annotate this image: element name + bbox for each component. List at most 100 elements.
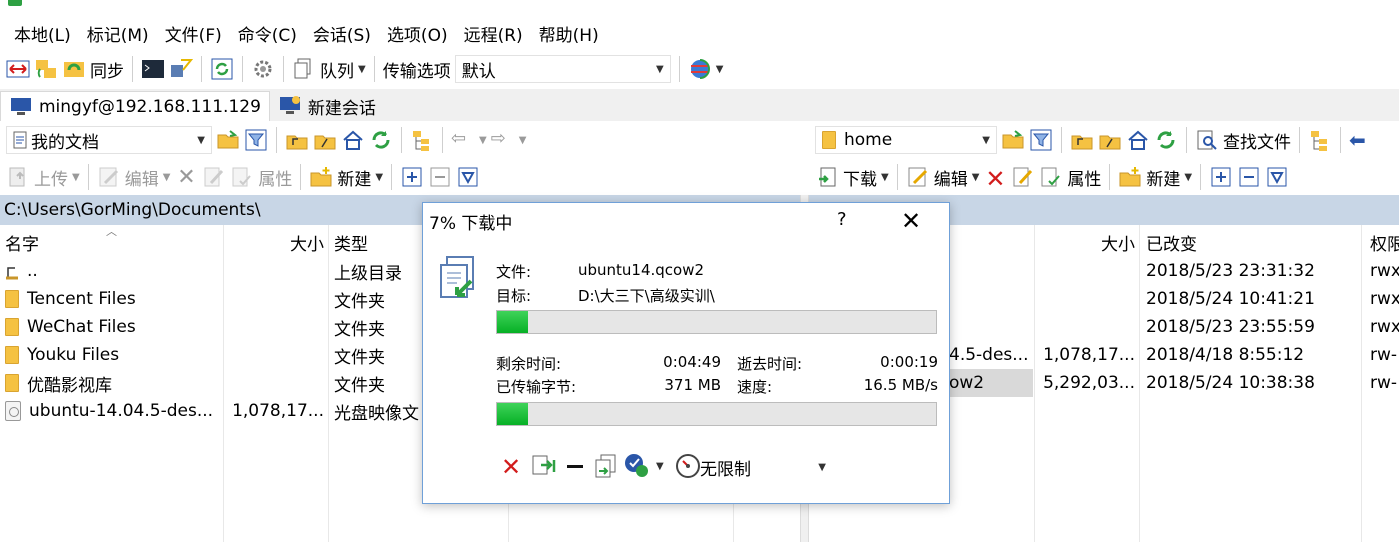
move-to-queue-icon[interactable] bbox=[593, 453, 619, 484]
new-folder-icon[interactable] bbox=[1118, 165, 1142, 189]
unselect-all-icon[interactable] bbox=[1237, 165, 1261, 189]
queue-icon[interactable] bbox=[292, 57, 316, 81]
minimize-to-background-icon[interactable] bbox=[567, 465, 583, 468]
download-button[interactable]: 下载 bbox=[843, 165, 877, 190]
dialog-title-bar[interactable]: 7% 下载中 bbox=[423, 203, 949, 239]
edit-icon[interactable] bbox=[97, 165, 121, 189]
chevron-down-icon[interactable]: ▼ bbox=[716, 64, 724, 75]
toolbar-separator bbox=[283, 56, 284, 82]
parent-directory-icon[interactable] bbox=[1070, 128, 1094, 152]
filter-select-icon[interactable] bbox=[1265, 165, 1289, 189]
chevron-down-icon[interactable]: ▼ bbox=[479, 135, 487, 146]
keep-up-to-date-icon[interactable] bbox=[62, 57, 86, 81]
filter-icon[interactable] bbox=[1029, 128, 1053, 152]
gear-icon[interactable] bbox=[251, 57, 275, 81]
refresh-icon[interactable] bbox=[1154, 128, 1178, 152]
rename-icon[interactable] bbox=[1011, 165, 1035, 189]
open-folder-icon[interactable] bbox=[216, 128, 240, 152]
open-folder-icon[interactable] bbox=[1001, 128, 1025, 152]
select-all-icon[interactable] bbox=[400, 165, 424, 189]
back-arrow-icon[interactable]: ⇦ bbox=[451, 128, 475, 152]
home-icon[interactable] bbox=[341, 128, 365, 152]
chevron-down-icon[interactable]: ▼ bbox=[519, 135, 527, 146]
close-button[interactable]: ✕ bbox=[901, 207, 921, 235]
skip-file-icon[interactable] bbox=[531, 453, 557, 484]
properties-button[interactable]: 属性 bbox=[1067, 165, 1101, 190]
column-header-permissions[interactable]: 权限 bbox=[1370, 227, 1399, 257]
queue-dropdown-icon[interactable]: ▼ bbox=[358, 64, 366, 75]
menu-commands[interactable]: 命令(C) bbox=[230, 21, 305, 46]
chevron-down-icon[interactable]: ▼ bbox=[163, 172, 171, 183]
root-directory-icon[interactable] bbox=[1098, 128, 1122, 152]
tree-view-icon[interactable] bbox=[410, 128, 434, 152]
transfer-settings-globe-icon[interactable] bbox=[688, 57, 712, 81]
refresh-directories-icon[interactable] bbox=[210, 57, 234, 81]
right-location-select[interactable]: home ▼ bbox=[815, 126, 997, 154]
menu-options[interactable]: 选项(O) bbox=[379, 21, 456, 46]
right-file-toolbar: 下载 ▼ 编辑 ▼ ✕ 属性 新建 ▼ bbox=[809, 159, 1399, 195]
delete-icon[interactable]: ✕ bbox=[174, 165, 198, 190]
tree-view-icon[interactable] bbox=[1308, 128, 1332, 152]
chevron-down-icon[interactable]: ▼ bbox=[656, 461, 664, 472]
find-files-button[interactable]: 查找文件 bbox=[1223, 128, 1291, 153]
chevron-down-icon[interactable]: ▼ bbox=[972, 172, 980, 183]
column-header-size[interactable]: 大小 bbox=[226, 227, 324, 257]
edit-button[interactable]: 编辑 bbox=[125, 165, 159, 190]
new-button[interactable]: 新建 bbox=[337, 165, 371, 190]
compare-directories-icon[interactable] bbox=[6, 57, 30, 81]
chevron-down-icon[interactable]: ▼ bbox=[881, 172, 889, 183]
filter-select-icon[interactable] bbox=[456, 165, 480, 189]
tab-session-mingyf[interactable]: mingyf@192.168.111.129 bbox=[0, 91, 270, 121]
chevron-down-icon[interactable]: ▼ bbox=[375, 172, 383, 183]
chevron-down-icon[interactable]: ▼ bbox=[1184, 172, 1192, 183]
transfer-preset-select[interactable]: 默认 ▼ bbox=[454, 55, 671, 83]
help-button[interactable]: ? bbox=[837, 209, 847, 230]
find-files-icon[interactable] bbox=[1195, 128, 1219, 152]
back-arrow-icon[interactable]: ⬅ bbox=[1349, 128, 1373, 152]
terminal-icon[interactable] bbox=[141, 57, 165, 81]
column-header-size[interactable]: 大小 bbox=[1037, 227, 1135, 257]
menu-local[interactable]: 本地(L) bbox=[6, 21, 79, 46]
chevron-down-icon[interactable]: ▼ bbox=[72, 172, 80, 183]
column-header-modified[interactable]: 已改变 bbox=[1146, 227, 1346, 257]
target-label: 目标: bbox=[496, 287, 532, 305]
properties-icon[interactable] bbox=[1039, 165, 1063, 189]
on-completion-icon[interactable] bbox=[623, 452, 651, 485]
cancel-transfer-icon[interactable]: ✕ bbox=[501, 453, 521, 481]
monitor-icon bbox=[9, 95, 33, 119]
putty-icon[interactable] bbox=[169, 57, 194, 81]
menu-mark[interactable]: 标记(M) bbox=[79, 21, 157, 46]
menu-files[interactable]: 文件(F) bbox=[157, 21, 230, 46]
refresh-icon[interactable] bbox=[369, 128, 393, 152]
new-button[interactable]: 新建 bbox=[1146, 165, 1180, 190]
synchronize-browsing-icon[interactable] bbox=[34, 57, 58, 81]
new-folder-icon[interactable] bbox=[309, 165, 333, 189]
parent-directory-icon[interactable] bbox=[285, 128, 309, 152]
menu-session[interactable]: 会话(S) bbox=[305, 21, 379, 46]
edit-button[interactable]: 编辑 bbox=[934, 165, 968, 190]
upload-icon[interactable] bbox=[6, 165, 30, 189]
left-location-select[interactable]: 我的文档 ▼ bbox=[6, 126, 212, 154]
rename-icon[interactable] bbox=[202, 165, 226, 189]
tab-new-session[interactable]: 新建会话 bbox=[270, 91, 384, 121]
menu-help[interactable]: 帮助(H) bbox=[531, 21, 607, 46]
forward-arrow-icon[interactable]: ⇨ bbox=[491, 128, 515, 152]
properties-button[interactable]: 属性 bbox=[258, 165, 292, 190]
column-header-type[interactable]: 类型 bbox=[334, 227, 424, 257]
target-value: D:\大三下\高级实训\ bbox=[578, 287, 715, 305]
speed-limit-select[interactable]: 无限制 ▼ bbox=[700, 455, 826, 480]
menu-remote[interactable]: 远程(R) bbox=[456, 21, 531, 46]
chevron-down-icon: ▼ bbox=[982, 134, 990, 146]
edit-icon[interactable] bbox=[906, 165, 930, 189]
sync-button[interactable]: 同步 bbox=[90, 57, 124, 82]
select-all-icon[interactable] bbox=[1209, 165, 1233, 189]
properties-icon[interactable] bbox=[230, 165, 254, 189]
delete-icon[interactable]: ✕ bbox=[983, 165, 1007, 193]
home-icon[interactable] bbox=[1126, 128, 1150, 152]
upload-button[interactable]: 上传 bbox=[34, 165, 68, 190]
filter-icon[interactable] bbox=[244, 128, 268, 152]
download-icon[interactable] bbox=[815, 165, 839, 189]
root-directory-icon[interactable] bbox=[313, 128, 337, 152]
unselect-all-icon[interactable] bbox=[428, 165, 452, 189]
queue-button[interactable]: 队列 bbox=[320, 57, 354, 82]
